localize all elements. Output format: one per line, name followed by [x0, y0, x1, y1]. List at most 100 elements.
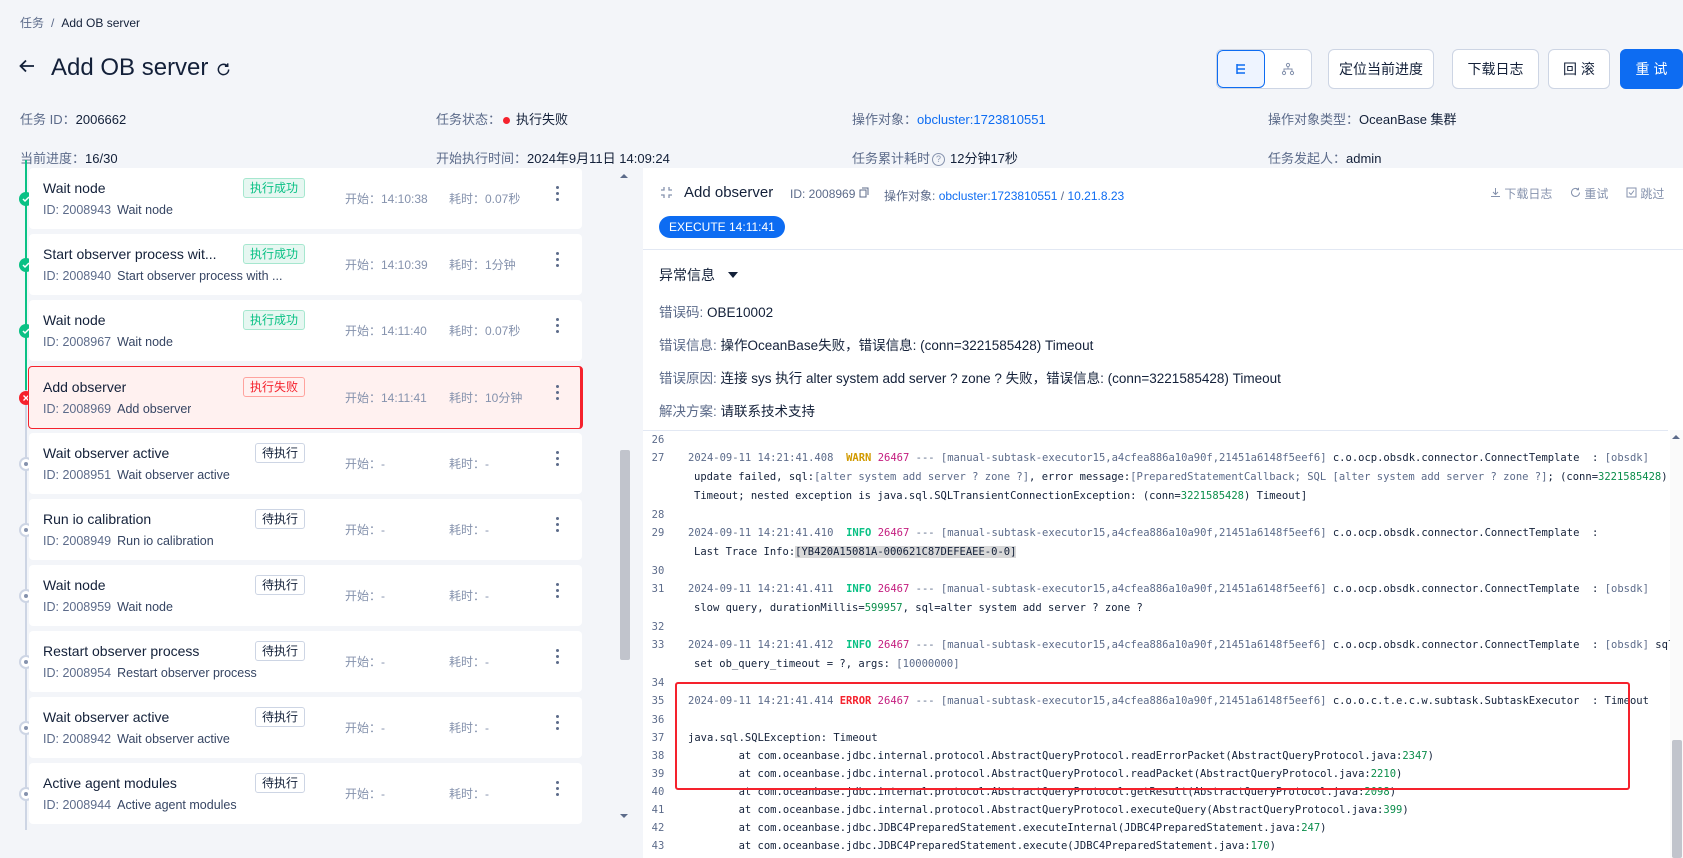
subtask-card[interactable]: Wait observer active 待执行 ID: 2008951 Wait o… [29, 433, 582, 494]
subtask-id: ID: 2008967 [43, 335, 112, 349]
download-log-button[interactable]: 下载日志 [1452, 49, 1539, 89]
subtask-cost: 耗时：- [449, 457, 489, 471]
subtask-card[interactable]: Active agent modules 待执行 ID: 2008944 Active… [29, 763, 582, 824]
subtask-subname: Wait node [117, 335, 173, 349]
breadcrumb-root[interactable]: 任务 [20, 16, 44, 30]
log-pid: 26467 [877, 639, 910, 651]
task-target-link[interactable]: obcluster:1723810551 [917, 112, 1046, 127]
log-thread: --- [manual-subtask-executor15,a4cfea886… [909, 639, 1327, 651]
log-timestamp: 2024-09-11 14:21:41.412 [688, 639, 834, 651]
log-text: ) [1661, 471, 1668, 483]
detail-target-ip-link[interactable]: 10.21.8.23 [1067, 189, 1124, 203]
breadcrumb-separator: / [51, 16, 55, 30]
line-number: 27 [651, 452, 665, 464]
copy-icon[interactable] [859, 187, 869, 198]
log-number: 170 [1250, 840, 1270, 852]
detail-target-label: 操作对象: [884, 189, 936, 203]
help-icon[interactable]: ? [932, 153, 946, 167]
scroll-down-icon[interactable] [619, 812, 629, 820]
solution: 解决方案: 请联系技术支持 [659, 400, 815, 420]
detail-skip[interactable]: 跳过 [1626, 185, 1664, 202]
more-icon[interactable] [556, 186, 560, 204]
scroll-up-icon[interactable] [1671, 433, 1681, 441]
rollback-button[interactable]: 回 滚 [1548, 49, 1610, 89]
subtask-card[interactable]: Add observer 执行失败 ID: 2008969 Add observer 开… [28, 366, 583, 429]
subtask-card[interactable]: Wait node 待执行 ID: 2008959 Wait node 开始：- 耗时：- [29, 565, 582, 626]
subtask-start: 开始：- [345, 721, 385, 735]
scroll-up-icon[interactable] [619, 172, 629, 180]
error-code-value: OBE10002 [707, 305, 774, 320]
subtask-id: ID: 2008942 [43, 732, 112, 746]
task-progress-value: 16/30 [85, 151, 118, 166]
subtask-status-tag: 待执行 [255, 575, 306, 595]
subtask-card[interactable]: Wait node 执行成功 ID: 2008967 Wait node 开始：14:1… [29, 300, 582, 361]
subtask-sub: ID: 2008969 Add observer [43, 402, 191, 416]
more-icon[interactable] [556, 318, 560, 336]
subtask-start: 开始：- [345, 787, 385, 801]
task-creator: 任务发起人：admin [1268, 148, 1381, 167]
task-target-label: 操作对象： [852, 112, 918, 127]
log-trace-id: [YB420A15081A-000621C87DEFEAEE-0-0] [795, 546, 1017, 558]
task-progress: 当前进度：16/30 [20, 148, 118, 167]
subtask-sub: ID: 2008967 Wait node [43, 335, 173, 349]
detail-download-log[interactable]: 下载日志 [1490, 185, 1552, 202]
subtask-card[interactable]: Start observer process wit... 执行成功 ID: 200… [29, 234, 582, 295]
refresh-icon[interactable] [216, 62, 231, 77]
breadcrumb: 任务 / Add OB server [20, 14, 140, 31]
log-number: 3221585428 [1598, 471, 1662, 483]
detail-retry[interactable]: 重试 [1570, 185, 1608, 202]
collapse-icon[interactable] [660, 186, 673, 199]
subtask-card[interactable]: Restart observer process 待执行 ID: 2008954 Re… [29, 631, 582, 692]
subtask-name: Wait observer active [43, 445, 170, 461]
exception-toggle[interactable]: 异常信息 [659, 265, 739, 285]
log-pid: 26467 [877, 527, 910, 539]
subtask-cost: 耗时：- [449, 787, 489, 801]
more-icon[interactable] [556, 715, 560, 733]
more-icon[interactable] [556, 649, 560, 667]
subtask-id: ID: 2008954 [43, 666, 112, 680]
log-number: 3221585428 [1180, 490, 1244, 502]
subtask-cost: 耗时：- [449, 721, 489, 735]
list-view-toggle[interactable] [1217, 50, 1265, 88]
log-timestamp: 2024-09-11 14:21:41.410 [688, 527, 834, 539]
log-line: slow query, durationMillis=599957, sql=a… [694, 602, 1143, 614]
line-number: 33 [651, 639, 665, 651]
more-icon[interactable] [556, 517, 560, 535]
line-number: 30 [651, 565, 665, 577]
subtask-start: 开始：- [345, 523, 385, 537]
more-icon[interactable] [556, 451, 560, 469]
retry-button[interactable]: 重 试 [1620, 49, 1683, 89]
error-code-label: 错误码: [659, 305, 704, 320]
log-text: at com.oceanbase.jdbc.JDBC4PreparedState… [688, 840, 1251, 852]
log-viewer[interactable]: 26 27 2024-09-11 14:21:41.408 WARN 26467… [643, 430, 1681, 858]
download-icon [1491, 188, 1500, 197]
log-scroll-thumb[interactable] [1672, 740, 1682, 858]
subtask-card[interactable]: Wait node 执行成功 ID: 2008943 Wait node 开始：14:1… [29, 168, 582, 229]
locate-progress-button[interactable]: 定位当前进度 [1328, 49, 1434, 89]
more-icon[interactable] [556, 781, 560, 799]
task-progress-label: 当前进度： [20, 151, 86, 166]
subtask-id: ID: 2008951 [43, 468, 112, 482]
back-arrow-icon[interactable] [18, 57, 36, 75]
subtask-card[interactable]: Wait observer active 待执行 ID: 2008942 Wait o… [29, 697, 582, 758]
tree-view-toggle[interactable] [1265, 50, 1311, 88]
log-tag: [obsdk] [1604, 639, 1649, 651]
task-elapsed-value: 12分钟17秒 [950, 151, 1018, 166]
more-icon[interactable] [556, 583, 560, 601]
task-target: 操作对象：obcluster:1723810551 [852, 109, 1046, 128]
breadcrumb-current: Add OB server [61, 16, 141, 30]
subtask-sub: ID: 2008954 Restart observer process [43, 666, 257, 680]
more-icon[interactable] [556, 252, 560, 270]
line-number: 35 [651, 695, 665, 707]
subtask-card[interactable]: Run io calibration 待执行 ID: 2008949 Run io c… [29, 499, 582, 560]
log-text: slow query, durationMillis= [694, 602, 865, 614]
subtask-id: ID: 2008969 [43, 402, 112, 416]
more-icon[interactable] [556, 385, 560, 403]
subtask-scroll-thumb[interactable] [620, 450, 630, 660]
task-creator-value: admin [1346, 151, 1382, 166]
line-number: 39 [651, 768, 665, 780]
detail-target-cluster-link[interactable]: obcluster:1723810551 [939, 189, 1058, 203]
subtask-status-tag: 待执行 [255, 443, 306, 463]
log-line: Timeout; nested exception is java.sql.SQ… [694, 490, 1307, 502]
detail-id-value: ID: 2008969 [790, 187, 856, 201]
